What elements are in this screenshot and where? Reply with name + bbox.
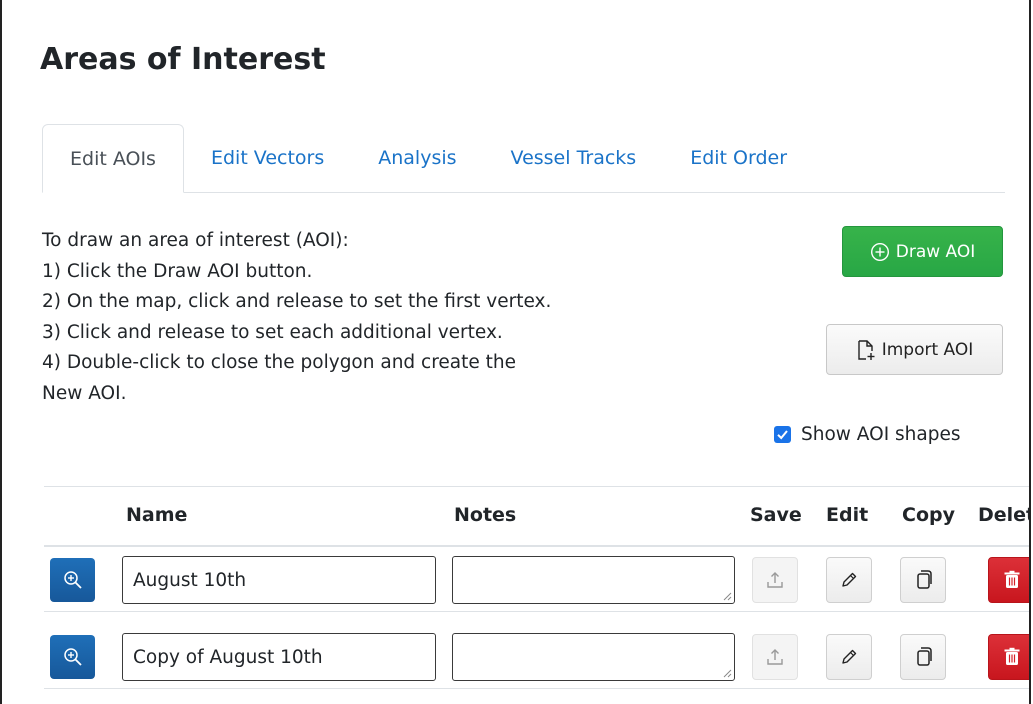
tab-edit-vectors[interactable]: Edit Vectors	[184, 124, 351, 192]
column-header-copy: Copy	[902, 504, 955, 526]
pencil-icon	[842, 572, 857, 587]
column-header-delete: Delete	[978, 504, 1029, 526]
circle-plus-icon	[870, 242, 889, 261]
edit-aoi-button[interactable]	[826, 634, 872, 680]
column-header-name: Name	[126, 504, 188, 526]
table-row	[44, 547, 1029, 612]
column-header-save: Save	[750, 504, 802, 526]
import-aoi-button[interactable]: Import AOI	[826, 324, 1003, 375]
resize-handle-icon[interactable]	[722, 591, 732, 601]
show-aoi-shapes-label: Show AOI shapes	[801, 424, 961, 445]
aoi-name-input[interactable]	[122, 556, 436, 604]
tab-vessel-tracks[interactable]: Vessel Tracks	[484, 124, 664, 192]
show-aoi-shapes-checkbox[interactable]	[774, 426, 791, 443]
instruction-line: 4) Double-click to close the polygon and…	[42, 352, 517, 373]
file-import-icon	[858, 339, 875, 360]
show-aoi-shapes-toggle[interactable]: Show AOI shapes	[774, 424, 961, 445]
upload-icon	[767, 649, 783, 665]
delete-aoi-button[interactable]	[988, 634, 1029, 680]
instruction-line: 2) On the map, click and release to set …	[42, 291, 552, 312]
tab-analysis[interactable]: Analysis	[351, 124, 483, 192]
instruction-line: New AOI.	[42, 382, 127, 404]
import-aoi-label: Import AOI	[881, 339, 974, 360]
delete-aoi-button[interactable]	[988, 557, 1029, 603]
copy-aoi-button[interactable]	[900, 634, 946, 680]
tab-edit-aois[interactable]: Edit AOIs	[42, 124, 184, 193]
tab-edit-order[interactable]: Edit Order	[663, 124, 814, 192]
checkmark-icon	[777, 430, 788, 440]
upload-icon	[767, 572, 783, 588]
draw-aoi-button[interactable]: Draw AOI	[842, 226, 1003, 277]
resize-handle-icon[interactable]	[722, 668, 732, 678]
aoi-table-header: Name Notes Save Edit Copy Delete	[44, 486, 1029, 547]
draw-instructions: To draw an area of interest (AOI): 1) Cl…	[42, 226, 702, 409]
zoom-to-aoi-button[interactable]	[50, 635, 95, 679]
aoi-name-input[interactable]	[122, 633, 436, 681]
save-aoi-button[interactable]	[752, 557, 798, 603]
page-title: Areas of Interest	[40, 42, 326, 77]
draw-aoi-label: Draw AOI	[895, 241, 976, 262]
instruction-line: To draw an area of interest (AOI):	[42, 230, 349, 251]
zoom-in-icon	[63, 648, 82, 666]
trash-icon	[1004, 647, 1020, 665]
copy-icon	[917, 647, 932, 666]
copy-aoi-button[interactable]	[900, 557, 946, 603]
tab-bar: Edit AOIs Edit Vectors Analysis Vessel T…	[42, 124, 1005, 193]
edit-aoi-button[interactable]	[826, 557, 872, 603]
app-frame: Areas of Interest Edit AOIs Edit Vectors…	[0, 0, 1031, 704]
zoom-to-aoi-button[interactable]	[50, 558, 95, 602]
copy-icon	[917, 570, 932, 589]
column-header-notes: Notes	[454, 504, 517, 526]
column-header-edit: Edit	[826, 504, 869, 526]
table-row	[44, 624, 1029, 689]
zoom-in-icon	[63, 571, 82, 589]
trash-icon	[1004, 570, 1020, 588]
save-aoi-button[interactable]	[752, 634, 798, 680]
instruction-line: 3) Click and release to set each additio…	[42, 321, 503, 343]
instruction-line: 1) Click the Draw AOI button.	[42, 260, 313, 282]
pencil-icon	[842, 649, 857, 664]
aoi-notes-input[interactable]	[452, 556, 735, 604]
aoi-notes-input[interactable]	[452, 633, 735, 681]
